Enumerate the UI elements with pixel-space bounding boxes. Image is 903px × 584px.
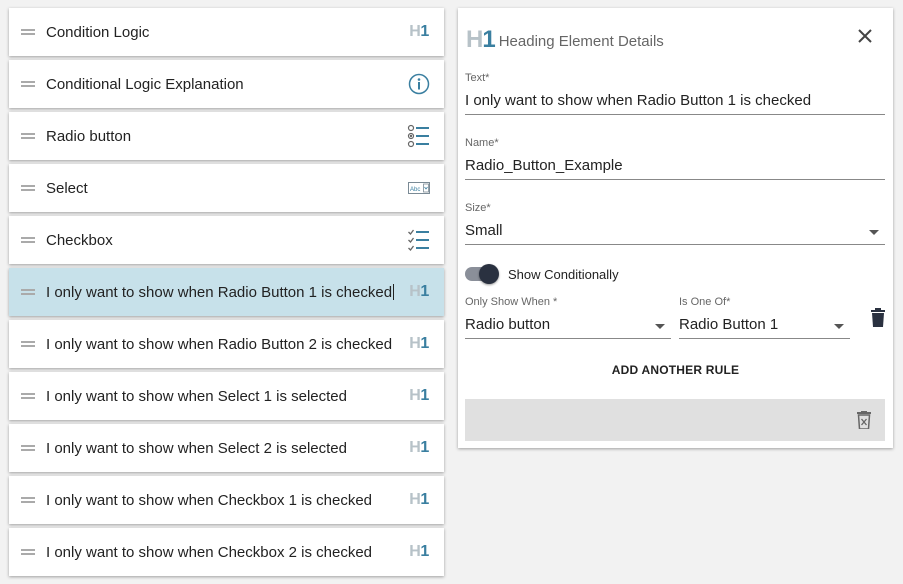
delete-element-icon[interactable] — [857, 411, 871, 430]
show-conditionally-label: Show Conditionally — [508, 267, 619, 282]
drag-handle-icon[interactable] — [21, 393, 35, 399]
size-select[interactable]: Size* Small — [465, 202, 885, 245]
heading-icon: H1 — [466, 26, 496, 53]
radio-list-icon — [406, 123, 432, 149]
is-one-of-value[interactable]: Radio Button 1 — [679, 316, 850, 339]
delete-rule-icon[interactable] — [870, 308, 886, 328]
dropdown-arrow-icon[interactable] — [834, 324, 844, 329]
heading-icon: H1 — [409, 439, 429, 456]
element-list-item[interactable]: Condition Logic H1 — [9, 8, 444, 56]
select-icon: Abc — [406, 175, 432, 201]
drag-handle-icon[interactable] — [21, 289, 35, 295]
element-list-item[interactable]: I only want to show when Select 2 is sel… — [9, 424, 444, 472]
drag-handle-icon[interactable] — [21, 237, 35, 243]
panel-footer — [465, 399, 885, 441]
element-list-item-label: Checkbox — [46, 231, 113, 249]
heading-icon: H1 — [409, 387, 429, 404]
element-list-item-label: I only want to show when Checkbox 1 is c… — [46, 491, 373, 509]
element-list-item-label: Radio button — [46, 127, 132, 145]
drag-handle-icon[interactable] — [21, 341, 35, 347]
element-list-item[interactable]: I only want to show when Select 1 is sel… — [9, 372, 444, 420]
toggle-thumb — [479, 264, 499, 284]
heading-icon: H1 — [409, 283, 429, 300]
dropdown-arrow-icon[interactable] — [655, 324, 665, 329]
element-details-panel: H1 Heading Element Details Text* I only … — [458, 8, 893, 448]
element-list-item[interactable]: Radio button — [9, 112, 444, 160]
drag-handle-icon[interactable] — [21, 81, 35, 87]
only-show-when-label: Only Show When * — [465, 296, 558, 308]
size-select-label: Size* — [465, 202, 491, 214]
element-list-item[interactable]: Select Abc — [9, 164, 444, 212]
element-list-item[interactable]: I only want to show when Checkbox 2 is c… — [9, 528, 444, 576]
dropdown-arrow-icon[interactable] — [869, 230, 879, 235]
element-list-item-label: Condition Logic — [46, 23, 150, 41]
heading-icon: H1 — [409, 543, 429, 560]
element-list-item[interactable]: I only want to show when Checkbox 1 is c… — [9, 476, 444, 524]
element-list-item-label: I only want to show when Select 2 is sel… — [46, 439, 347, 457]
drag-handle-icon[interactable] — [21, 497, 35, 503]
heading-icon: H1 — [409, 23, 429, 40]
is-one-of-select[interactable]: Is One Of* Radio Button 1 — [679, 296, 850, 339]
element-list-item[interactable]: I only want to show when Radio Button 2 … — [9, 320, 444, 368]
heading-icon: H1 — [409, 335, 429, 352]
panel-header: H1 Heading Element Details — [466, 26, 664, 54]
heading-icon: H1 — [409, 491, 429, 508]
panel-title: Heading Element Details — [498, 32, 664, 50]
drag-handle-icon[interactable] — [21, 185, 35, 191]
only-show-when-value[interactable]: Radio button — [465, 316, 671, 339]
close-icon[interactable] — [857, 28, 873, 44]
show-conditionally-toggle[interactable] — [465, 264, 499, 284]
drag-handle-icon[interactable] — [21, 133, 35, 139]
element-list: Condition Logic H1 Conditional Logic Expla… — [9, 8, 444, 580]
drag-handle-icon[interactable] — [21, 29, 35, 35]
element-list-item-label: I only want to show when Radio Button 2 … — [46, 335, 393, 353]
element-list-item[interactable]: Conditional Logic Explanation — [9, 60, 444, 108]
element-list-item-label: I only want to show when Radio Button 1 … — [46, 283, 395, 301]
only-show-when-select[interactable]: Only Show When * Radio button — [465, 296, 671, 339]
svg-text:Abc: Abc — [410, 187, 420, 193]
text-field[interactable]: Text* I only want to show when Radio But… — [465, 72, 885, 115]
name-field[interactable]: Name* Radio_Button_Example — [465, 137, 885, 180]
element-list-item-label: Conditional Logic Explanation — [46, 75, 244, 93]
element-list-item-label: Select — [46, 179, 88, 197]
name-field-label: Name* — [465, 137, 499, 149]
drag-handle-icon[interactable] — [21, 549, 35, 555]
drag-handle-icon[interactable] — [21, 445, 35, 451]
size-select-value[interactable]: Small — [465, 222, 885, 245]
element-list-item[interactable]: Checkbox — [9, 216, 444, 264]
add-another-rule-button[interactable]: ADD ANOTHER RULE — [458, 363, 893, 377]
text-field-value[interactable]: I only want to show when Radio Button 1 … — [465, 92, 885, 115]
checkbox-list-icon — [406, 227, 432, 253]
element-list-item[interactable]: I only want to show when Radio Button 1 … — [9, 268, 444, 316]
text-cursor — [393, 283, 395, 300]
element-list-item-label: I only want to show when Select 1 is sel… — [46, 387, 347, 405]
info-icon — [406, 71, 432, 97]
text-field-label: Text* — [465, 72, 490, 84]
name-field-value[interactable]: Radio_Button_Example — [465, 157, 885, 180]
is-one-of-label: Is One Of* — [679, 296, 731, 308]
element-list-item-label: I only want to show when Checkbox 2 is c… — [46, 543, 373, 561]
